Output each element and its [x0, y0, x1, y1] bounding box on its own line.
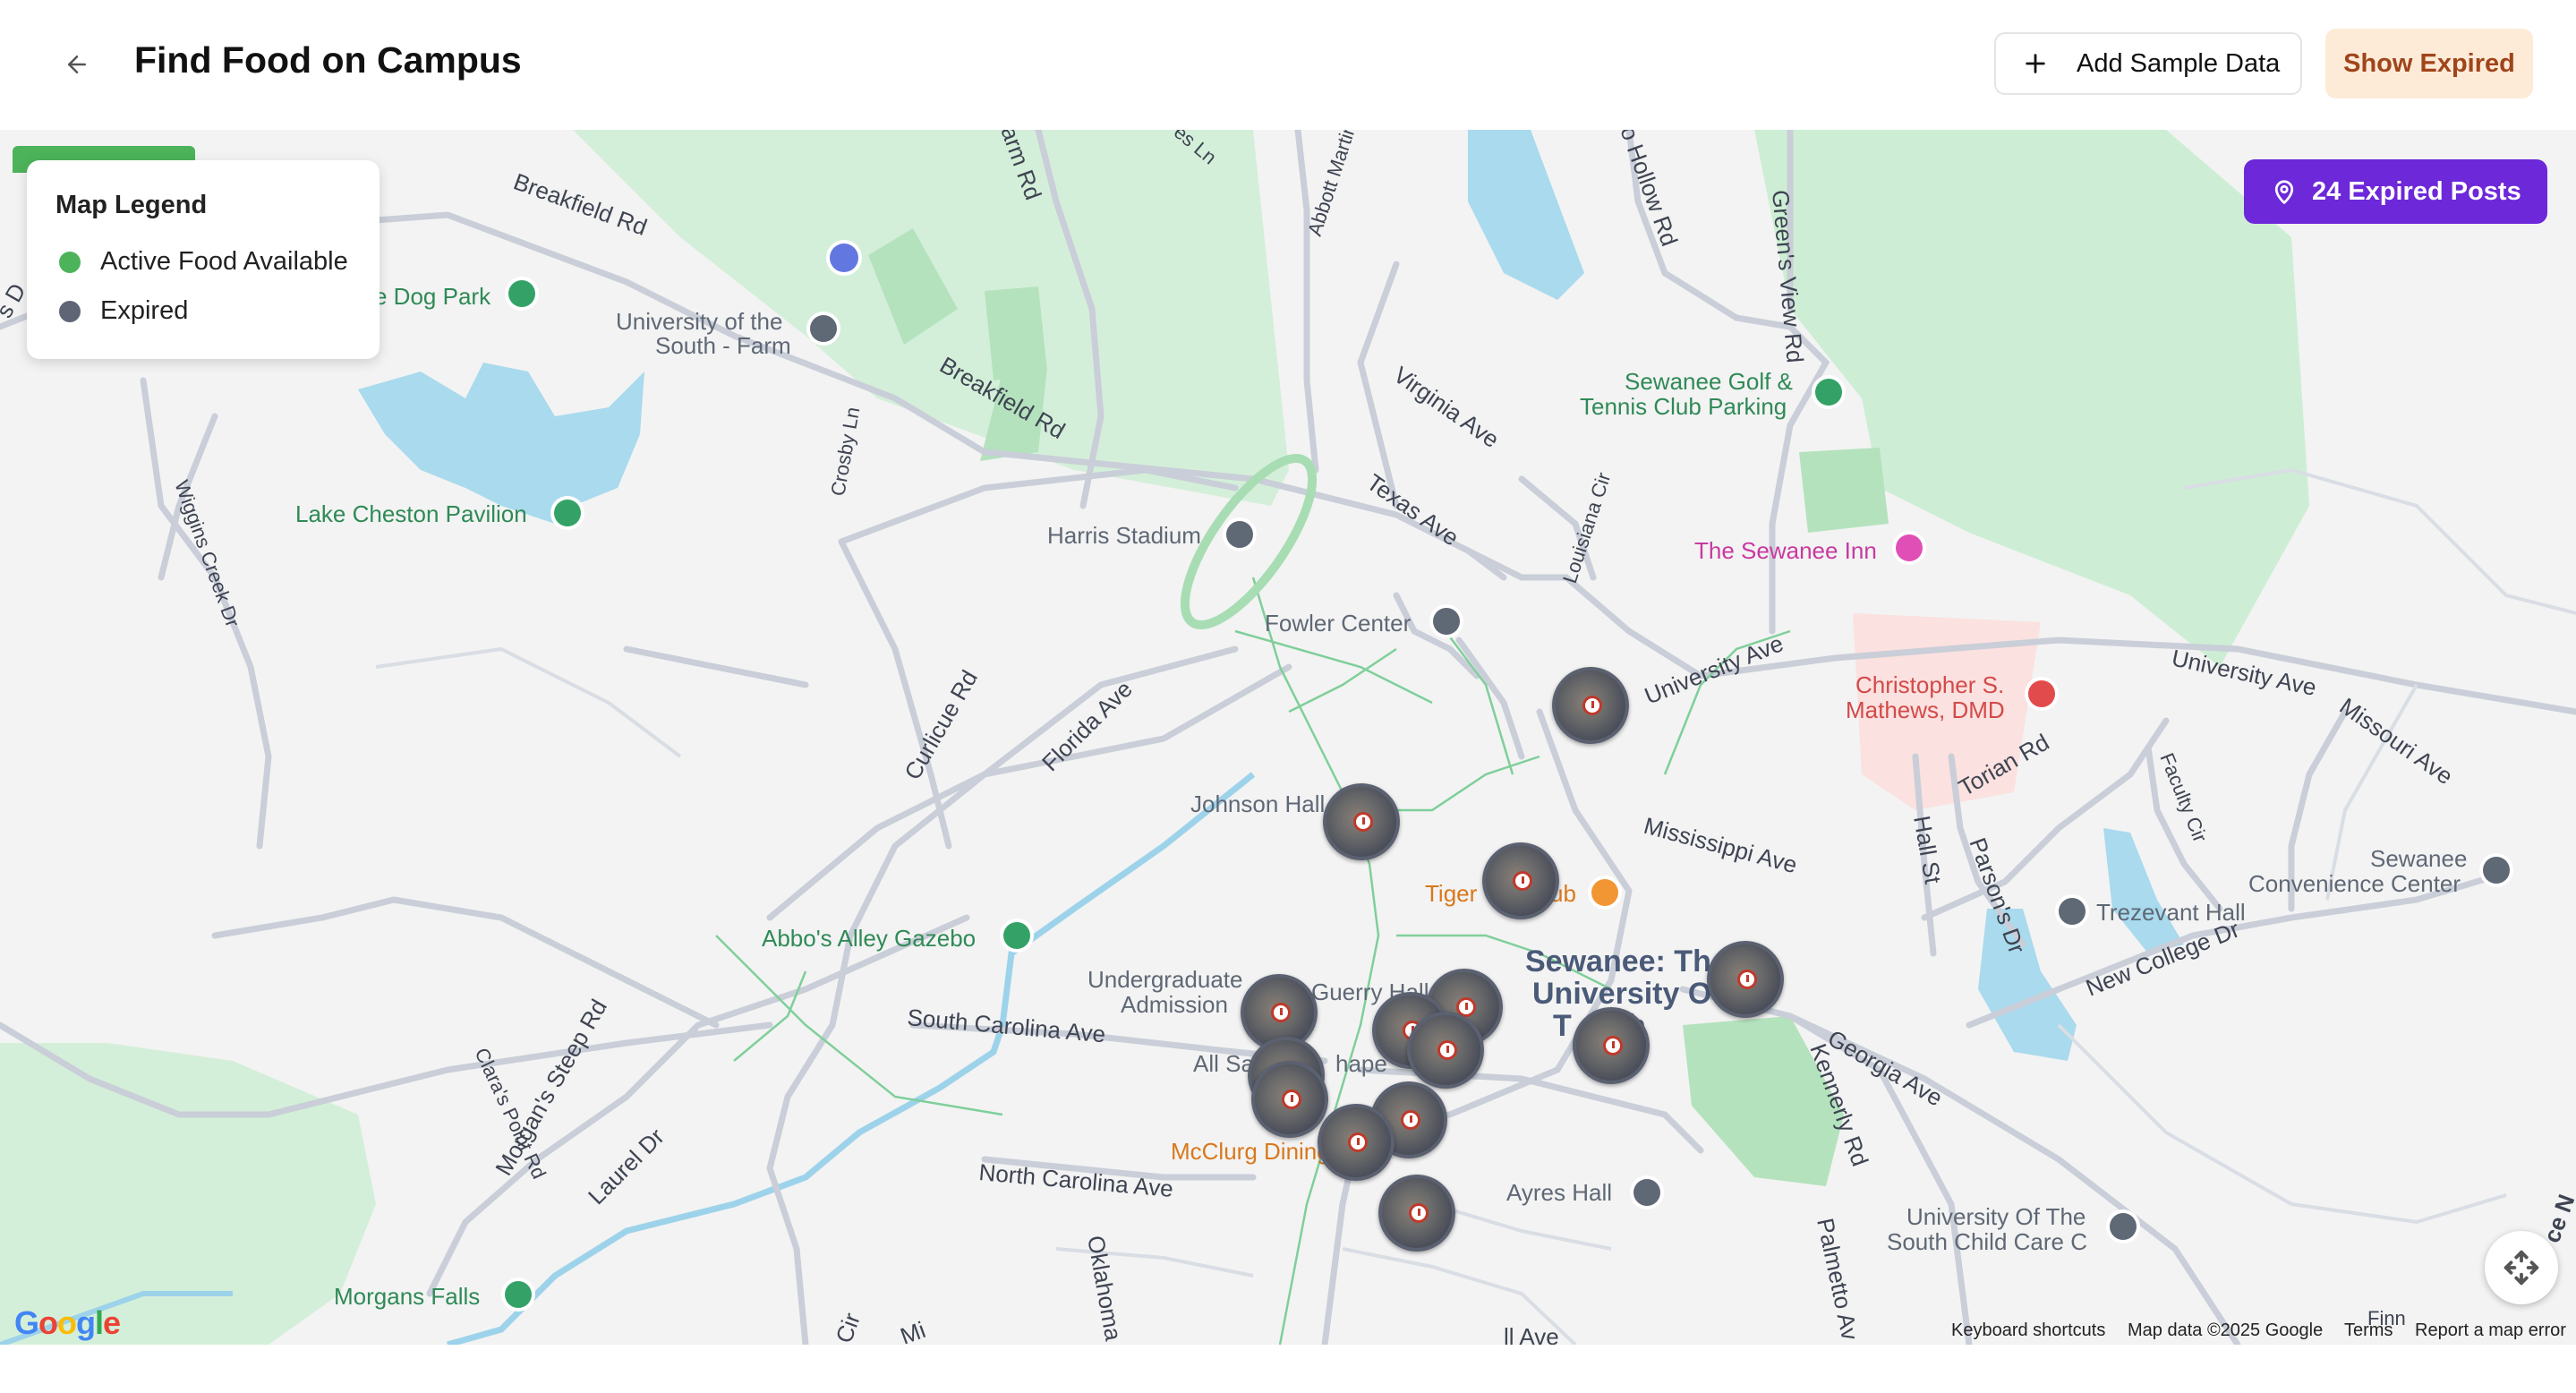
map-label-cir: Cir [830, 1309, 866, 1345]
clock-icon [1582, 696, 1602, 715]
map-label-wiggins: Wiggins Creek Dr [170, 477, 243, 630]
map-label-abbos: Abbo's Alley Gazebo [762, 925, 976, 952]
map-data-attribution: Map data ©2025 Google [2128, 1320, 2324, 1340]
legend-item-active: Active Food Available [59, 247, 348, 277]
expired-food-marker[interactable] [1552, 667, 1629, 744]
expired-food-marker[interactable] [1707, 941, 1784, 1018]
app-header: Find Food on Campus Add Sample Data Show… [0, 0, 2576, 130]
map-label-uni-farm: University of the [616, 308, 782, 335]
page-bottom [0, 1345, 2576, 1393]
active-dot-icon [59, 251, 81, 273]
google-logo: Google [14, 1304, 121, 1341]
legend-title: Map Legend [55, 191, 208, 219]
keyboard-shortcuts-link[interactable]: Keyboard shortcuts [1951, 1320, 2105, 1341]
map-label-fowler: Fowler Center [1265, 610, 1412, 637]
map-label-harris: Harris Stadium [1047, 522, 1201, 549]
map-label-dog-park: e Dog Park [374, 283, 491, 310]
map-label-undergrad-2: Admission [1121, 991, 1228, 1018]
map-label-crosby-ln: Crosby Ln [826, 406, 864, 498]
map-label-ayres: Ayres Hall [1506, 1179, 1612, 1206]
map-label-louisiana: Louisiana Cir [1558, 470, 1615, 586]
map-label-tiger: Tiger [1425, 880, 1478, 907]
map-label-ave-bottom: ll Ave [1504, 1323, 1559, 1345]
page-title: Find Food on Campus [134, 39, 522, 81]
map-label-child-care-2: South Child Care C [1887, 1228, 2087, 1255]
map-label-curlicue: Curlicue Rd [899, 665, 983, 784]
add-sample-data-label: Add Sample Data [2077, 48, 2281, 78]
map-label-uni-farm-2: South - Farm [655, 332, 791, 359]
map-label-laurel: Laurel Dr [583, 1123, 670, 1209]
clock-icon [1737, 970, 1757, 989]
expired-food-marker[interactable] [1251, 1061, 1328, 1138]
clock-icon [1409, 1203, 1429, 1223]
legend-item-label: Expired [100, 296, 189, 325]
fullscreen-icon [2503, 1250, 2539, 1286]
expired-dot-icon [59, 300, 81, 322]
map-label-palmetto: Palmetto Av [1812, 1216, 1864, 1342]
clock-icon [1348, 1132, 1368, 1152]
map-label-conv-center: Sewanee [2370, 845, 2467, 872]
map-label-hall-st: Hall St [1908, 814, 1947, 886]
map-label-undergrad: Undergraduate [1088, 966, 1242, 993]
map-label-christopher-2: Mathews, DMD [1846, 696, 2005, 723]
expired-food-marker[interactable] [1378, 1175, 1455, 1252]
report-map-error-link[interactable]: Report a map error [2415, 1320, 2566, 1341]
map-label-mississippi: Mississippi Ave [1641, 812, 1800, 878]
clock-icon [1282, 1090, 1301, 1109]
fullscreen-button[interactable] [2485, 1231, 2558, 1304]
clock-icon [1603, 1036, 1623, 1055]
clock-icon [1401, 1110, 1420, 1130]
map-label-morgans-falls: Morgans Falls [334, 1283, 480, 1310]
clock-icon [1353, 812, 1373, 832]
map-label-north-carolina: North Carolina Ave [977, 1158, 1174, 1202]
legend-item-label: Active Food Available [100, 247, 348, 276]
map-label-abbott: Abbott Martin R [1303, 130, 1367, 239]
expired-food-marker[interactable] [1482, 842, 1559, 919]
clock-icon [1437, 1040, 1457, 1060]
map-base-layer: Breakfield Rd Breakfield Rd e Dog Park U… [0, 130, 2576, 1345]
map-label-golf-2: Tennis Club Parking [1580, 393, 1787, 420]
map-label-virginia: Virginia Ave [1389, 361, 1505, 453]
expired-food-marker[interactable] [1318, 1104, 1395, 1181]
map-pin-icon [2271, 178, 2298, 205]
clock-icon [1513, 871, 1532, 891]
add-sample-data-button[interactable]: Add Sample Data [1994, 32, 2302, 95]
back-button[interactable] [52, 45, 102, 84]
clock-icon [1271, 1003, 1291, 1022]
legend-item-expired: Expired [59, 296, 188, 326]
expired-food-marker[interactable] [1573, 1007, 1650, 1084]
map-label-sewanee-inn: The Sewanee Inn [1694, 537, 1877, 564]
map-legend: Map Legend Active Food Available Expired [27, 160, 380, 359]
plus-icon [2023, 51, 2048, 76]
map-label-sewanee-uni: Sewanee: Th [1525, 944, 1711, 979]
map-label-lake-cheston: Lake Cheston Pavilion [295, 500, 527, 527]
terms-link[interactable]: Terms [2344, 1320, 2393, 1341]
show-expired-button[interactable]: Show Expired [2325, 29, 2533, 98]
map-label-missouri: Missouri Ave [2335, 692, 2459, 790]
arrow-left-icon [68, 56, 86, 73]
map-label-conv-center-2: Convenience Center [2248, 870, 2461, 897]
map-label-mcclurg: McClurg Dining [1171, 1138, 1330, 1165]
expired-food-marker[interactable] [1407, 1012, 1484, 1089]
map-label-mi: Mi [897, 1316, 929, 1345]
map-label-christopher: Christopher S. [1855, 671, 2004, 698]
map-label-child-care: University Of The [1906, 1203, 2086, 1230]
expired-posts-label: 24 Expired Posts [2312, 176, 2521, 206]
map-label-all-saints: All Sa [1193, 1050, 1254, 1077]
expired-food-marker[interactable] [1323, 783, 1400, 860]
map-label-johnson: Johnson Hall [1190, 791, 1325, 817]
campus-map[interactable]: Breakfield Rd Breakfield Rd e Dog Park U… [0, 130, 2576, 1345]
map-label-golf: Sewanee Golf & [1625, 368, 1793, 395]
map-label-oklahoma: Oklahoma [1082, 1234, 1127, 1343]
expired-posts-badge[interactable]: 24 Expired Posts [2244, 159, 2547, 224]
map-label-sewanee-uni-2: University O [1532, 977, 1711, 1011]
